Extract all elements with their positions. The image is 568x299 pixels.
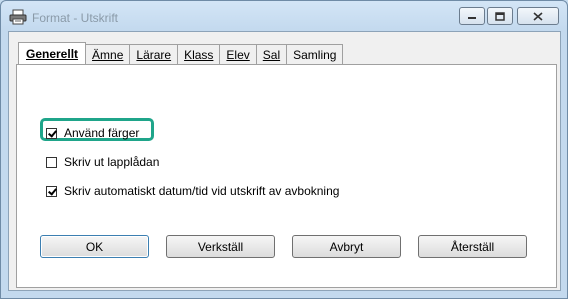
tab-samling[interactable]: Samling [286,44,344,64]
option-label: Använd färger [64,126,140,140]
apply-button[interactable]: Verkställ [166,235,275,258]
close-icon [533,11,543,21]
ok-button[interactable]: OK [40,235,149,258]
title-bar[interactable]: Format - Utskrift [1,1,567,31]
maximize-icon [495,11,505,21]
printer-icon [9,9,27,25]
print-box-checkbox[interactable] [46,156,57,168]
tab-sal[interactable]: Sal [255,44,288,64]
dialog-body: Generellt Ämne Lärare Klass Elev Sal Sam… [8,31,561,291]
cancel-button[interactable]: Avbryt [292,235,401,258]
tab-strip: Generellt Ämne Lärare Klass Elev Sal Sam… [18,42,344,64]
window-title: Format - Utskrift [32,11,118,25]
tab-label: Generellt [26,46,79,61]
tab-amne[interactable]: Ämne [85,44,131,64]
use-colors-checkbox[interactable] [46,127,57,139]
reset-button[interactable]: Återställ [418,235,527,258]
tab-elev[interactable]: Elev [219,44,257,64]
tab-label: Lärare [136,47,172,62]
close-button[interactable] [517,7,559,25]
tab-label: Elev [226,47,250,62]
tab-label: Sal [262,47,281,62]
caption-buttons [457,7,559,25]
minimize-icon [468,17,476,19]
tab-label: Ämne [92,47,124,62]
tab-label: Klass [184,47,214,62]
tab-generellt[interactable]: Generellt [18,42,87,64]
tab-label: Samling [293,47,337,62]
tab-larare[interactable]: Lärare [129,44,179,64]
option-print-box[interactable]: Skriv ut lapplådan [46,155,159,169]
minimize-button[interactable] [459,7,485,25]
maximize-button[interactable] [487,7,513,25]
option-auto-datetime[interactable]: Skriv automatiskt datum/tid vid utskrift… [46,184,339,198]
format-dialog: Format - Utskrift Generellt Ämne Lärare … [0,0,568,299]
tab-klass[interactable]: Klass [177,44,221,64]
option-label: Skriv automatiskt datum/tid vid utskrift… [64,184,340,198]
option-label: Skriv ut lapplådan [64,155,160,169]
auto-datetime-checkbox[interactable] [46,185,57,197]
option-use-colors[interactable]: Använd färger [46,126,139,140]
